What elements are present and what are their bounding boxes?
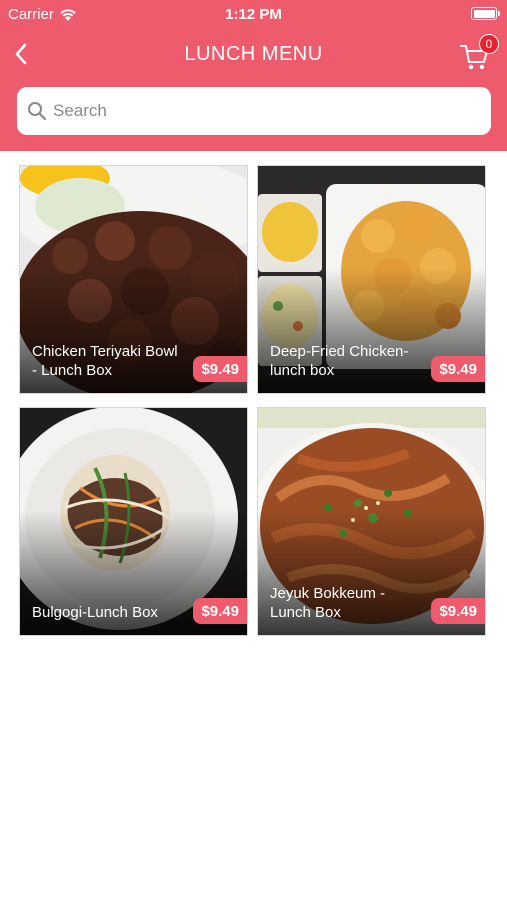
search-input[interactable] [53,101,473,121]
search-bar[interactable] [17,87,491,135]
menu-item-card[interactable]: Chicken Teriyaki Bowl - Lunch Box $9.49 [19,165,248,394]
menu-item-name: Bulgogi-Lunch Box [32,604,158,621]
menu-item-price: $9.49 [193,356,247,382]
menu-item-card[interactable]: Bulgogi-Lunch Box $9.49 [19,407,248,636]
menu-item-card[interactable]: Deep-Fried Chicken-lunch box $9.49 [257,165,486,394]
header-bar: Carrier 1:12 PM LUNCH MENU 0 [0,0,507,151]
search-icon [28,102,47,121]
menu-item-card[interactable]: Jeyuk Bokkeum - Lunch Box $9.49 [257,407,486,636]
menu-item-name: Chicken Teriyaki Bowl - Lunch Box [32,343,178,379]
status-time: 1:12 PM [225,6,282,23]
menu-item-name: Jeyuk Bokkeum - Lunch Box [270,585,386,621]
nav-bar: LUNCH MENU 0 [0,28,507,84]
battery-icon [471,7,500,20]
menu-item-price: $9.49 [431,356,485,382]
page-title: LUNCH MENU [184,43,323,65]
cart-count-badge: 0 [479,34,499,54]
menu-item-price: $9.49 [193,598,247,624]
cart-button[interactable]: 0 [459,34,499,72]
menu-item-price: $9.49 [431,598,485,624]
status-bar: Carrier 1:12 PM [0,0,507,28]
menu-item-name: Deep-Fried Chicken-lunch box [270,343,409,379]
